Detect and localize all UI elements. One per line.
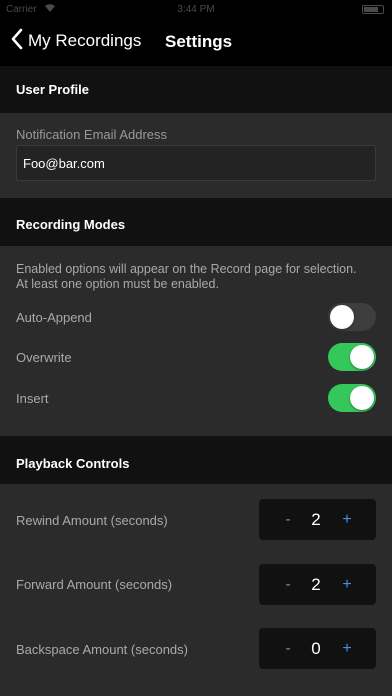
back-label: My Recordings bbox=[28, 31, 142, 50]
overwrite-label: Overwrite bbox=[16, 350, 72, 365]
toggle-knob bbox=[350, 345, 374, 369]
recording-modes-description: Enabled options will appear on the Recor… bbox=[16, 262, 357, 292]
overwrite-toggle[interactable] bbox=[328, 343, 376, 371]
back-button[interactable]: My Recordings bbox=[10, 28, 141, 54]
page-title: Settings bbox=[165, 32, 233, 51]
section-header-user-profile: User Profile bbox=[0, 66, 392, 113]
description-line: At least one option must be enabled. bbox=[16, 277, 219, 291]
toggle-knob bbox=[330, 305, 354, 329]
email-label: Notification Email Address bbox=[16, 127, 168, 142]
auto-append-toggle[interactable] bbox=[328, 303, 376, 331]
rewind-amount-label: Rewind Amount (seconds) bbox=[16, 513, 168, 528]
insert-label: Insert bbox=[16, 391, 49, 406]
section-title: Recording Modes bbox=[16, 217, 126, 232]
section-header-recording-modes: Recording Modes bbox=[0, 198, 392, 246]
forward-value: 2 bbox=[311, 575, 321, 594]
rewind-increment-button[interactable]: + bbox=[329, 499, 365, 540]
chevron-left-icon bbox=[10, 28, 24, 55]
section-title: User Profile bbox=[16, 82, 89, 97]
battery-icon bbox=[362, 5, 384, 14]
toggle-knob bbox=[350, 386, 374, 410]
forward-increment-button[interactable]: + bbox=[329, 564, 365, 605]
email-field[interactable] bbox=[16, 145, 376, 181]
auto-append-label: Auto-Append bbox=[16, 310, 92, 325]
rewind-value: 2 bbox=[311, 510, 321, 529]
navigation-bar: My Recordings Settings bbox=[0, 20, 392, 62]
backspace-value: 0 bbox=[311, 639, 321, 658]
backspace-amount-label: Backspace Amount (seconds) bbox=[16, 642, 188, 657]
insert-toggle[interactable] bbox=[328, 384, 376, 412]
status-time: 3:44 PM bbox=[177, 4, 215, 15]
backspace-amount-stepper: - 0 + bbox=[259, 628, 376, 669]
section-title: Playback Controls bbox=[16, 456, 130, 471]
forward-amount-label: Forward Amount (seconds) bbox=[16, 577, 173, 592]
section-header-playback-controls: Playback Controls bbox=[0, 436, 392, 484]
backspace-increment-button[interactable]: + bbox=[329, 628, 365, 669]
rewind-amount-stepper: - 2 + bbox=[259, 499, 376, 540]
description-line: Enabled options will appear on the Recor… bbox=[16, 262, 357, 276]
forward-amount-stepper: - 2 + bbox=[259, 564, 376, 605]
status-bar: Carrier 3:44 PM bbox=[0, 0, 392, 20]
